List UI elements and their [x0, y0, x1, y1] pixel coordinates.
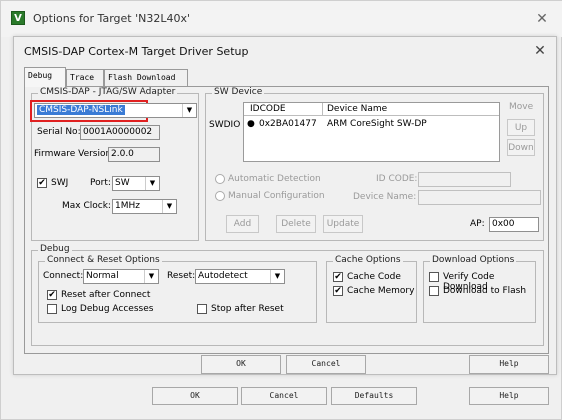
sw-device-table: IDCODE Device Name ● 0x2BA01477 ARM Core…	[243, 102, 500, 162]
outer-ok-button[interactable]: OK	[152, 387, 238, 405]
debug-tab-panel: CMSIS-DAP - JTAG/SW Adapter CMSIS-DAP-NS…	[24, 86, 549, 354]
outer-help-button[interactable]: Help	[469, 387, 549, 405]
cancel-button[interactable]: Cancel	[286, 355, 366, 374]
radio-selected-icon[interactable]: ●	[247, 119, 255, 129]
row-device-name: ARM CoreSight SW-DP	[327, 119, 427, 129]
port-select[interactable]: SW ▼	[112, 176, 160, 191]
ap-label: AP:	[470, 219, 485, 229]
maxclock-select[interactable]: 1MHz ▼	[112, 199, 177, 214]
reset-select[interactable]: Autodetect ▼	[195, 269, 285, 284]
options-title-bar: V Options for Target 'N32L40x' ✕	[1, 1, 562, 37]
table-header: IDCODE Device Name	[244, 103, 499, 116]
dialog-title: CMSIS-DAP Cortex-M Target Driver Setup	[24, 45, 249, 58]
adapter-select[interactable]: CMSIS-DAP-NSLink ▼	[34, 103, 197, 118]
close-icon[interactable]: ✕	[531, 42, 549, 60]
firmware-field: 2.0.0	[108, 147, 160, 162]
move-label: Move	[509, 102, 534, 112]
connect-value: Normal	[86, 271, 119, 281]
adapter-group: CMSIS-DAP - JTAG/SW Adapter CMSIS-DAP-NS…	[30, 87, 199, 241]
verify-code-checkbox[interactable]	[429, 272, 439, 282]
device-name-input[interactable]	[418, 190, 541, 205]
download-flash-label: Download to Flash	[443, 286, 527, 296]
cache-options-label: Cache Options	[333, 255, 403, 265]
idcode-input[interactable]	[418, 172, 511, 187]
stop-after-reset-checkbox[interactable]	[197, 304, 207, 314]
cache-code-checkbox[interactable]: ✔	[333, 272, 343, 282]
reset-after-connect-label: Reset after Connect	[61, 290, 151, 300]
chevron-down-icon[interactable]: ▼	[162, 200, 176, 213]
connect-reset-group: Connect & Reset Options Connect: Normal …	[38, 255, 317, 323]
tab-trace[interactable]: Trace	[66, 69, 104, 86]
delete-button[interactable]: Delete	[276, 215, 316, 233]
firmware-label: Firmware Version:	[34, 149, 115, 159]
maxclock-value: 1MHz	[115, 201, 140, 211]
close-icon[interactable]: ✕	[533, 10, 551, 28]
log-debug-label: Log Debug Accesses	[61, 304, 154, 314]
manual-config-radio[interactable]	[215, 191, 225, 201]
adapter-selected-value: CMSIS-DAP-NSLink	[37, 105, 125, 115]
ap-input[interactable]: 0x00	[489, 217, 539, 232]
adapter-group-label: CMSIS-DAP - JTAG/SW Adapter	[38, 87, 178, 97]
connect-select[interactable]: Normal ▼	[83, 269, 159, 284]
connect-label: Connect:	[43, 271, 84, 281]
auto-detect-radio[interactable]	[215, 174, 225, 184]
col-idcode: IDCODE	[250, 104, 286, 114]
debug-group: Debug Connect & Reset Options Connect: N…	[31, 244, 544, 346]
tab-flash-download[interactable]: Flash Download	[104, 69, 188, 86]
table-row[interactable]: ● 0x2BA01477 ARM CoreSight SW-DP	[244, 118, 499, 132]
cache-options-group: Cache Options ✔ Cache Code ✔ Cache Memor…	[326, 255, 417, 323]
col-divider	[322, 103, 323, 115]
add-button[interactable]: Add	[226, 215, 259, 233]
swj-checkbox[interactable]: ✔	[37, 178, 47, 188]
download-flash-checkbox[interactable]	[429, 286, 439, 296]
swj-label: SWJ	[51, 178, 69, 188]
swdio-label: SWDIO	[209, 120, 241, 130]
serial-label: Serial No:	[37, 127, 81, 137]
cache-code-label: Cache Code	[347, 272, 401, 282]
reset-value: Autodetect	[198, 271, 248, 281]
col-device-name: Device Name	[327, 104, 388, 114]
manual-config-label: Manual Configuration	[228, 191, 325, 201]
chevron-down-icon[interactable]: ▼	[182, 104, 196, 117]
keil-logo-icon: V	[11, 11, 25, 25]
chevron-down-icon[interactable]: ▼	[145, 177, 159, 190]
port-value: SW	[115, 178, 130, 188]
auto-detect-label: Automatic Detection	[228, 174, 321, 184]
reset-after-connect-checkbox[interactable]: ✔	[47, 290, 57, 300]
sw-device-group-label: SW Device	[212, 87, 265, 97]
tab-debug[interactable]: Debug	[24, 67, 66, 87]
cache-memory-checkbox[interactable]: ✔	[333, 286, 343, 296]
cache-memory-label: Cache Memory	[347, 286, 415, 296]
device-name-label: Device Name:	[353, 192, 417, 202]
chevron-down-icon[interactable]: ▼	[144, 270, 158, 283]
ok-button[interactable]: OK	[201, 355, 281, 374]
connect-reset-label: Connect & Reset Options	[45, 255, 162, 265]
debug-group-label: Debug	[38, 244, 72, 254]
idcode-field-label: ID CODE:	[376, 174, 418, 184]
down-button[interactable]: Down	[507, 139, 535, 156]
row-idcode: 0x2BA01477	[259, 119, 317, 129]
up-button[interactable]: Up	[507, 119, 535, 136]
reset-label: Reset:	[167, 271, 196, 281]
sw-device-group: SW Device SWDIO IDCODE Device Name ● 0x2…	[205, 87, 544, 241]
chevron-down-icon[interactable]: ▼	[270, 270, 284, 283]
help-button[interactable]: Help	[469, 355, 549, 374]
port-label: Port:	[90, 178, 111, 188]
options-window-title: Options for Target 'N32L40x'	[33, 12, 190, 25]
download-options-label: Download Options	[430, 255, 517, 265]
update-button[interactable]: Update	[323, 215, 363, 233]
download-options-group: Download Options Verify Code Download Do…	[423, 255, 536, 323]
outer-defaults-button[interactable]: Defaults	[331, 387, 417, 405]
log-debug-checkbox[interactable]	[47, 304, 57, 314]
serial-field: 0001A0000002	[80, 125, 160, 140]
stop-after-reset-label: Stop after Reset	[211, 304, 284, 314]
cmsis-dap-setup-dialog: CMSIS-DAP Cortex-M Target Driver Setup ✕…	[13, 36, 557, 375]
outer-cancel-button[interactable]: Cancel	[241, 387, 327, 405]
maxclock-label: Max Clock:	[62, 201, 111, 211]
